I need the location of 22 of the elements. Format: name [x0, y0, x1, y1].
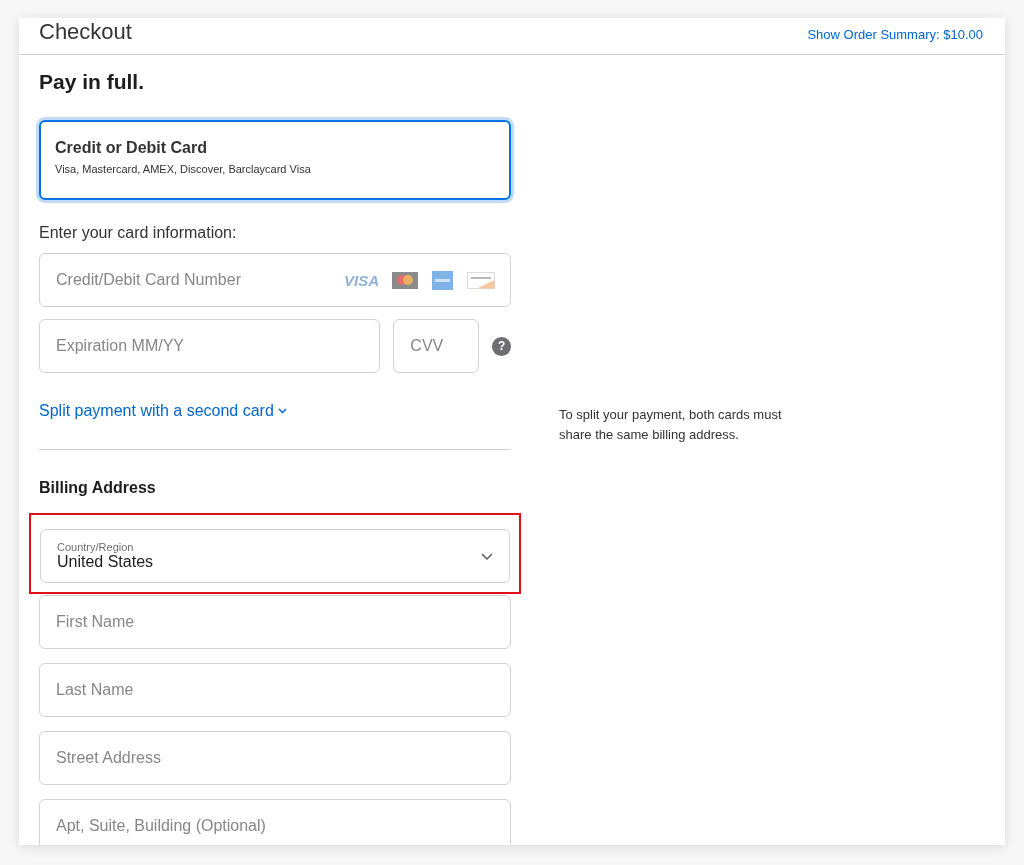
country-select[interactable]: Country/Region United States	[40, 529, 510, 583]
page-title: Checkout	[39, 19, 132, 45]
text-field[interactable]: Apt, Suite, Building (Optional)	[39, 799, 511, 845]
order-summary-link[interactable]: Show Order Summary: $10.00	[807, 26, 983, 42]
card-info-label: Enter your card information:	[39, 224, 238, 242]
section-heading: Pay in full.	[39, 70, 146, 95]
help-button[interactable]: ?	[492, 336, 511, 356]
expiration-field[interactable]: Expiration MM/YY	[39, 319, 381, 373]
discover-logo	[467, 271, 495, 289]
option-title: Credit or Debit Card	[55, 139, 208, 157]
text-field[interactable]: Street Address	[39, 731, 511, 785]
visa-logo: VISA	[344, 271, 378, 289]
chevron-down-icon	[481, 552, 493, 560]
chevron-down-icon	[277, 408, 287, 414]
text-field[interactable]: First Name	[39, 595, 511, 649]
cvv-field[interactable]: CVV	[393, 319, 480, 373]
split-payment-note: To split your payment, both cards must share the same billing address.	[559, 406, 783, 444]
option-description: Visa, Mastercard, AMEX, Discover, Barclaycard Visa	[55, 163, 312, 175]
payment-option[interactable]: Credit or Debit Card Visa, Mastercard, AMEX, Discover, Barclaycard Visa	[39, 120, 511, 200]
split-payment-link[interactable]: Split payment with a second card	[39, 402, 274, 420]
billing-heading: Billing Address	[39, 479, 157, 497]
text-field[interactable]: Last Name	[39, 663, 511, 717]
